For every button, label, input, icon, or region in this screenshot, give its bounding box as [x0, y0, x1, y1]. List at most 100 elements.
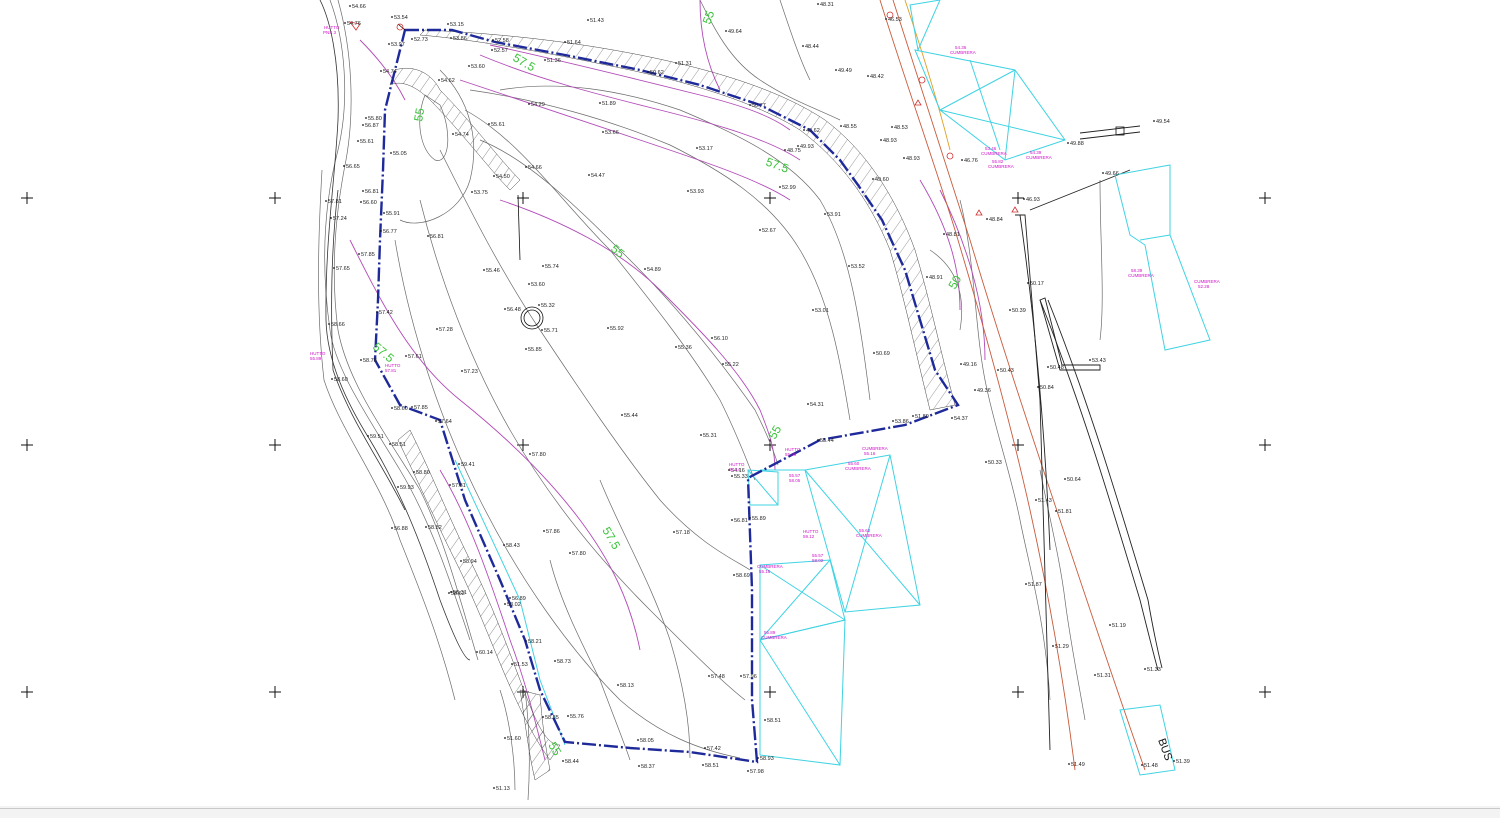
elevation-value: 51.43: [1038, 498, 1052, 504]
elevation-value: 57.42: [707, 746, 721, 752]
elevation-value: 56.10: [714, 336, 728, 342]
elevation-value: 51.48: [1144, 763, 1158, 769]
elevation-value: 51.43: [590, 18, 604, 24]
spot-elevation: 50.43: [997, 368, 1014, 374]
elevation-value: 53.43: [1092, 358, 1106, 364]
elevation-value: 51.31: [678, 61, 692, 67]
spot-elevation: 58.85: [542, 715, 559, 721]
annotation-tag: CUMBRERA: [1128, 273, 1154, 278]
spot-elevation: 53.86: [892, 419, 909, 425]
spot-elevation: 54.47: [588, 173, 605, 179]
elevation-value: 58.93: [760, 756, 774, 762]
spot-elevation: 53.86: [450, 36, 467, 42]
spot-elevation: 50.48: [1047, 365, 1064, 371]
spot-elevation: 58.78: [360, 358, 377, 364]
spot-elevation: 50.39: [1009, 308, 1026, 314]
elevation-value: 51.19: [1112, 623, 1126, 629]
annotation-tag: CUMBRERA: [988, 164, 1014, 169]
spot-elevation: 57.81: [449, 483, 466, 489]
spot-elevation: 51.49: [1068, 762, 1085, 768]
spot-elevation: 55.85: [525, 347, 542, 353]
horizontal-scrollbar[interactable]: [0, 806, 1500, 818]
elevation-value: 54.76: [347, 21, 361, 27]
spot-elevation: 51.53: [511, 662, 528, 668]
spot-elevation: 58.37: [638, 764, 655, 770]
elevation-value: 48.91: [929, 275, 943, 281]
elevation-value: 46.93: [1026, 197, 1040, 203]
spot-elevation: 54.62: [438, 78, 455, 84]
elevation-value: 50.43: [1000, 368, 1014, 374]
grid-cross: [1259, 686, 1271, 698]
spot-elevation: 57.64: [435, 419, 452, 425]
elevation-value: 49.64: [728, 29, 742, 35]
spot-elevation: 50.69: [873, 351, 890, 357]
elevation-value: 53.93: [690, 189, 704, 195]
spot-elevation: 52.67: [759, 228, 776, 234]
elevation-value: 58.69: [736, 573, 750, 579]
elevation-value: 48.93: [906, 156, 920, 162]
spot-elevation: 50.62: [647, 70, 664, 76]
spot-elevation: 53.75: [471, 190, 488, 196]
elevation-value: 54.74: [455, 132, 469, 138]
elevation-value: 54.66: [352, 4, 366, 10]
elevation-value: 56.88: [394, 526, 408, 532]
elevation-value: 51.33: [1147, 667, 1161, 673]
elevation-value: 53.75: [474, 190, 488, 196]
elevation-value: 55.74: [545, 264, 559, 270]
spot-elevation: 51.19: [1109, 623, 1126, 629]
elevation-value: 49.93: [800, 144, 814, 150]
contour-label: 55: [411, 107, 427, 123]
spot-elevation: 53.15: [447, 22, 464, 28]
elevation-value: 58.60: [334, 377, 348, 383]
spot-elevation: 57.65: [333, 266, 350, 272]
spot-elevation: 51.33: [1144, 667, 1161, 673]
annotation-tag: 57.14: [729, 467, 741, 472]
spot-elevation: 57.80: [569, 551, 586, 557]
elevation-value: 55.85: [528, 347, 542, 353]
spot-elevation: 55.22: [722, 362, 739, 368]
spot-elevation: 48.55: [840, 124, 857, 130]
spot-elevation: 54.74: [380, 69, 397, 75]
spot-elevation: 58.60: [391, 406, 408, 412]
grid-cross: [1259, 192, 1271, 204]
elevation-value: 53.66: [605, 130, 619, 136]
spot-elevation: 59.51: [367, 434, 384, 440]
spot-elevation: 51.81: [1055, 509, 1072, 515]
topographic-plan-canvas[interactable]: 555557.557.557.557.555555055 54.6654.765…: [0, 0, 1500, 818]
spot-elevation: 57.86: [543, 529, 560, 535]
elevation-value: 50.39: [1012, 308, 1026, 314]
elevation-value: 57.61: [408, 354, 422, 360]
spot-elevation: 55.92: [607, 326, 624, 332]
spot-elevation: 55.32: [538, 303, 555, 309]
spot-elevation: 55.36: [675, 345, 692, 351]
elevation-value: 51.53: [514, 662, 528, 668]
spot-elevation: 59.93: [397, 485, 414, 491]
spot-elevation: 53.93: [687, 189, 704, 195]
spot-elevation: 51.36: [544, 58, 561, 64]
elevation-value: 53.60: [471, 64, 485, 70]
elevation-value: 53.01: [815, 308, 829, 314]
contour-label: 55: [608, 242, 627, 262]
spot-elevation: 49.88: [1067, 141, 1084, 147]
annotation-tag: 55.16: [864, 451, 876, 456]
spot-elevation: 57.28: [436, 327, 453, 333]
annotation-tag: CUMBRERA: [981, 151, 1007, 156]
elevation-value: 57.65: [336, 266, 350, 272]
elevation-value: 59.41: [461, 462, 475, 468]
spot-elevation: 58.51: [764, 718, 781, 724]
spot-elevation: 55.89: [749, 516, 766, 522]
elevation-value: 56.81: [734, 518, 748, 524]
spot-elevation: 49.54: [1153, 119, 1170, 125]
spot-elevation: 53.54: [391, 15, 408, 21]
elevation-value: 51.39: [1176, 759, 1190, 765]
elevation-value: 57.18: [676, 530, 690, 536]
spot-elevation: 55.91: [383, 211, 400, 217]
spot-elevation: 58.13: [617, 683, 634, 689]
elevation-value: 60.14: [479, 650, 493, 656]
elevation-value: 48.75: [787, 148, 801, 154]
spot-elevation: 51.89: [912, 414, 929, 420]
elevation-value: 57.85: [361, 252, 375, 258]
elevation-value: 51.81: [1058, 509, 1072, 515]
elevation-value: 52.67: [762, 228, 776, 234]
spot-elevation: 49.93: [797, 144, 814, 150]
